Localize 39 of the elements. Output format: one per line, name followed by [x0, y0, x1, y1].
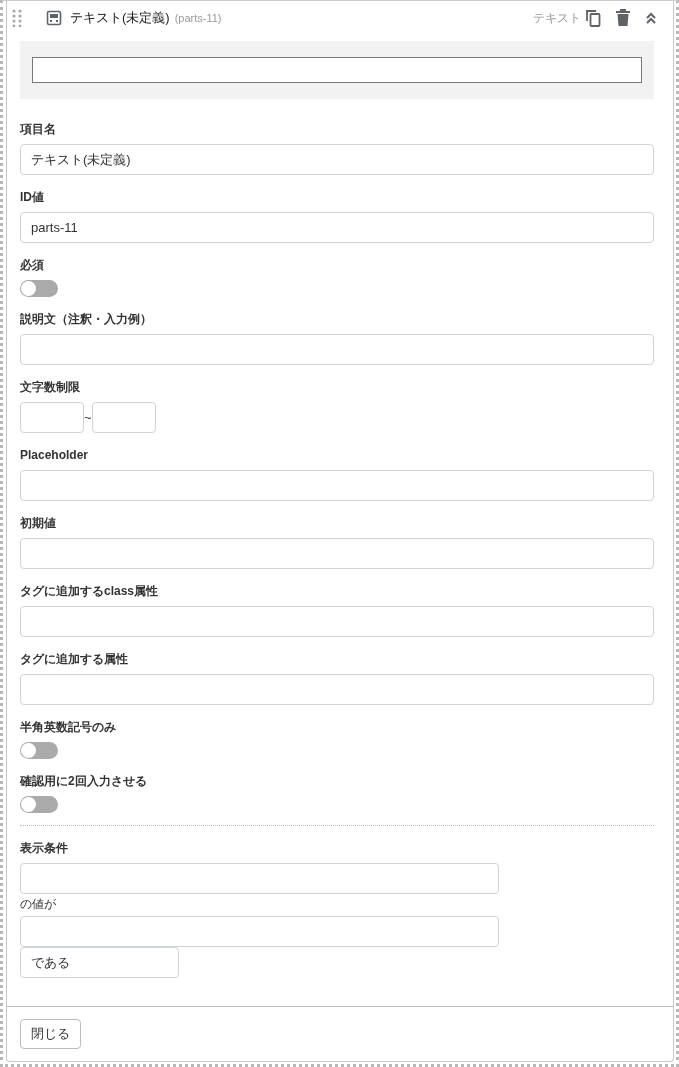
- trash-icon[interactable]: [615, 9, 631, 27]
- text-field-icon: [46, 10, 62, 26]
- field-label: ID値: [20, 189, 44, 206]
- close-button[interactable]: 閉じる: [20, 1019, 81, 1049]
- collapse-icon[interactable]: [645, 11, 657, 25]
- field-title: テキスト(未定義): [70, 9, 170, 27]
- field-type-label: テキスト: [533, 9, 581, 27]
- input-field[interactable]: テキスト(未定義): [20, 144, 654, 175]
- input-field[interactable]: [20, 334, 654, 365]
- field-label: 文字数制限: [20, 379, 80, 396]
- drag-handle-icon[interactable]: [12, 9, 22, 27]
- max-input-field[interactable]: [91, 402, 156, 433]
- toggle-switch[interactable]: [20, 796, 58, 813]
- field-label: 確認用に2回入力させる: [20, 773, 147, 790]
- min-input-field[interactable]: [20, 402, 84, 433]
- input-field[interactable]: [20, 606, 654, 637]
- field-label: 表示条件: [20, 840, 68, 857]
- input-field[interactable]: parts-11: [20, 212, 654, 243]
- field-label: 説明文（注釈・入力例）: [20, 311, 152, 328]
- field-label: Placeholder: [20, 447, 89, 464]
- range-separator: ~: [84, 410, 92, 425]
- field-label: 初期値: [20, 515, 56, 532]
- preview-input-field[interactable]: [32, 57, 642, 83]
- input-field[interactable]: [20, 470, 654, 501]
- input-field[interactable]: [20, 674, 654, 705]
- condition-connector: の値が: [20, 896, 56, 913]
- field-label: タグに追加する属性: [20, 651, 128, 668]
- condition-value-input[interactable]: [20, 916, 499, 947]
- field-id: (parts-11): [174, 12, 222, 24]
- field-label: 項目名: [20, 121, 56, 138]
- input-field[interactable]: [20, 538, 654, 569]
- condition-field-input[interactable]: [20, 863, 499, 894]
- toggle-switch[interactable]: [20, 280, 58, 297]
- field-label: 必須: [20, 257, 44, 274]
- operator-select[interactable]: である: [20, 947, 179, 978]
- toggle-switch[interactable]: [20, 742, 58, 759]
- field-label: タグに追加するclass属性: [20, 583, 159, 600]
- field-label: 半角英数記号のみ: [20, 719, 116, 736]
- copy-icon[interactable]: [585, 9, 601, 27]
